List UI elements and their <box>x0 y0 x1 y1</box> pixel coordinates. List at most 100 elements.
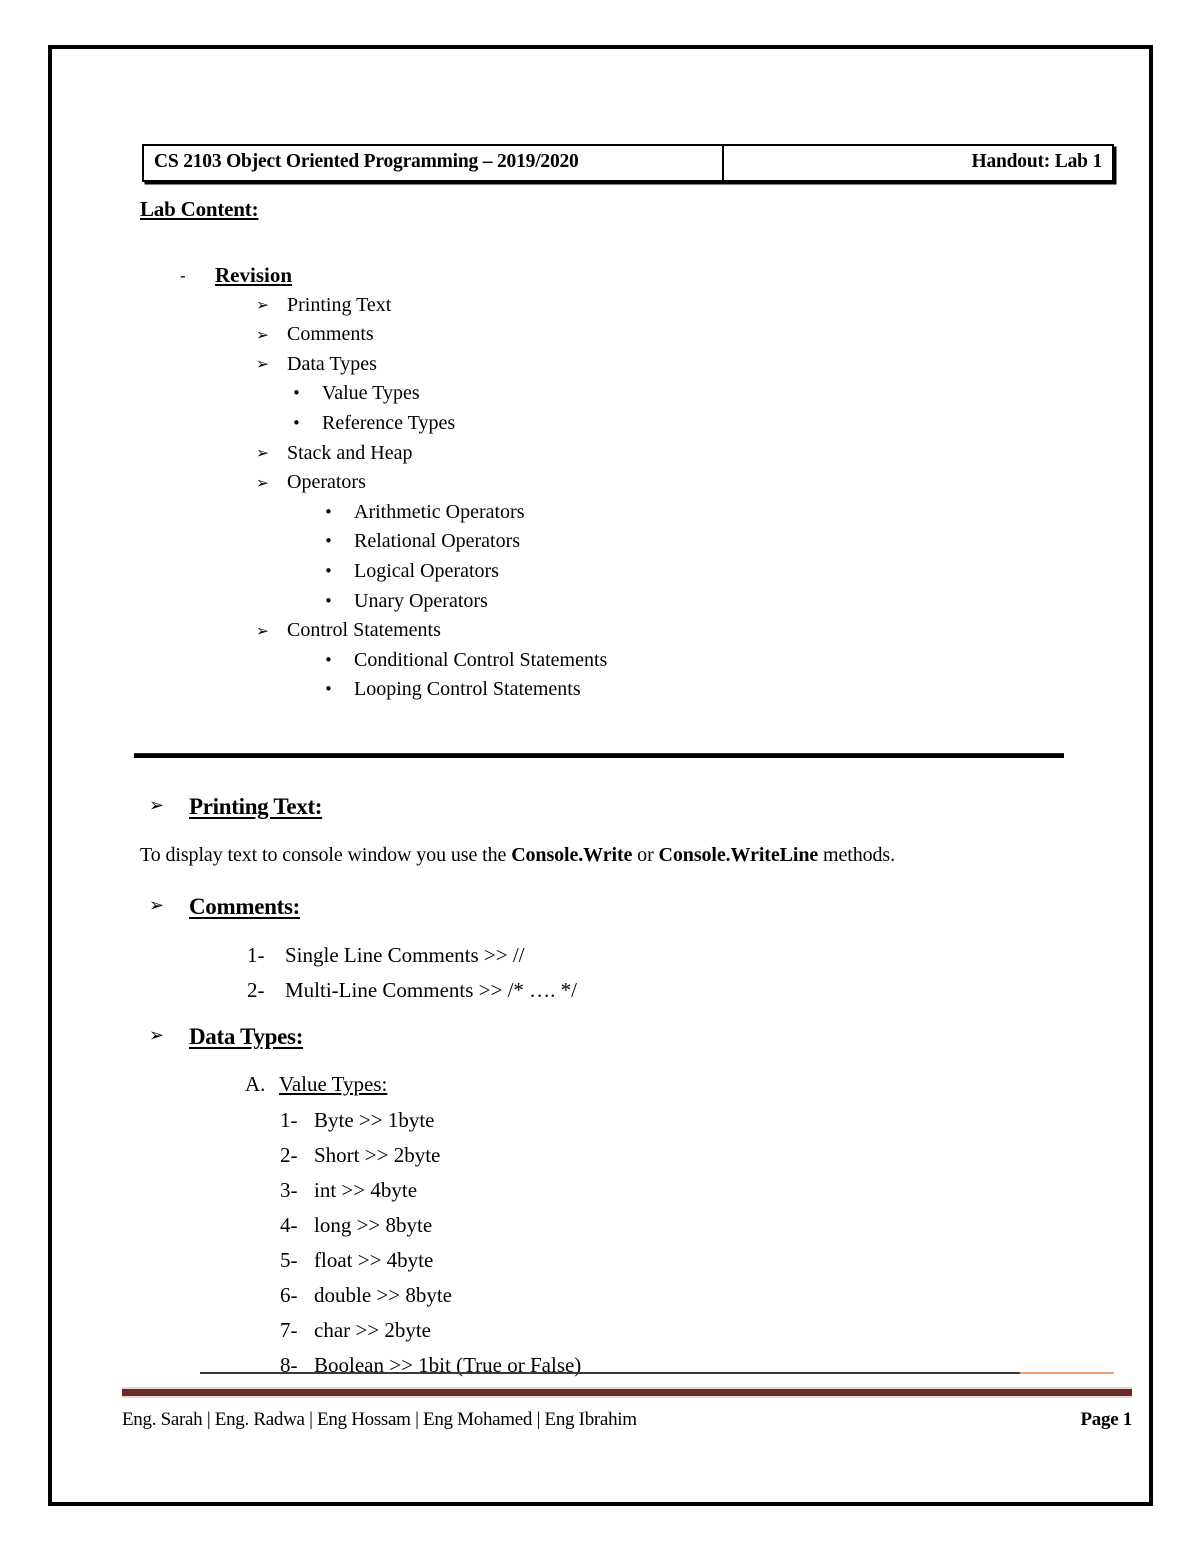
numbered-list-item: 1- Single Line Comments >> // <box>52 938 1149 973</box>
list-item-text: Single Line Comments >> // <box>285 943 525 967</box>
section-printing-text: ➢ Printing Text: To display text to cons… <box>52 794 1149 866</box>
list-item-text: Boolean >> 1bit (True or False) <box>314 1353 582 1377</box>
outline-item: • Logical Operators <box>52 557 1149 587</box>
value-types-marker: A. <box>245 1072 266 1096</box>
footer-authors: Eng. Sarah | Eng. Radwa | Eng Hossam | E… <box>122 1409 637 1430</box>
dot-bullet-icon: • <box>324 561 333 580</box>
outline-item: ➢ Comments <box>52 320 1149 350</box>
list-item-number: 5- <box>280 1248 298 1272</box>
outline-item: ➢ Stack and Heap <box>52 439 1149 469</box>
list-item-text: Short >> 2byte <box>314 1143 441 1167</box>
arrow-bullet-icon: ➢ <box>256 621 269 640</box>
section-data-types: ➢ Data Types: A. Value Types: 1- Byte >> … <box>52 1024 1149 1377</box>
comments-list: 1- Single Line Comments >> // 2- Multi-Line… <box>52 938 1149 1008</box>
header-table: CS 2103 Object Oriented Programming – 20… <box>142 144 1114 182</box>
outline-item-label: Logical Operators <box>354 559 499 582</box>
footer-page-number: Page 1 <box>1080 1409 1133 1430</box>
arrow-bullet-icon: ➢ <box>149 895 165 916</box>
outline-item: ➢ Control Statements <box>52 616 1149 646</box>
outline-item-label: Conditional Control Statements <box>354 648 608 671</box>
header-course-cell: CS 2103 Object Oriented Programming – 20… <box>142 144 724 182</box>
header-table-row: CS 2103 Object Oriented Programming – 20… <box>142 144 1114 182</box>
numbered-list-item: 3- int >> 4byte <box>52 1173 1149 1208</box>
comments-heading: Comments: <box>189 894 300 919</box>
printing-text-heading-row: ➢ Printing Text: <box>52 794 1149 828</box>
outline-item-label: Value Types <box>322 382 420 405</box>
printing-text-paragraph: To display text to console window you us… <box>140 844 895 867</box>
numbered-list-item: 2- Short >> 2byte <box>52 1138 1149 1173</box>
arrow-bullet-icon: ➢ <box>256 473 269 492</box>
numbered-list-item: 7- char >> 2byte <box>52 1313 1149 1348</box>
list-item-text: int >> 4byte <box>314 1178 418 1202</box>
outline-item: ➢ Operators <box>52 468 1149 498</box>
outline-item: • Conditional Control Statements <box>52 646 1149 676</box>
outline-item: ➢ Data Types <box>52 350 1149 380</box>
console-writeline-code: Console.WriteLine <box>658 844 819 866</box>
dot-bullet-icon: • <box>292 384 301 403</box>
header-handout-cell: Handout: Lab 1 <box>722 144 1114 182</box>
outline-item: - Revision <box>52 261 1149 291</box>
data-types-heading: Data Types: <box>189 1024 304 1049</box>
arrow-bullet-icon: ➢ <box>149 795 165 816</box>
numbered-list-item: 4- long >> 8byte <box>52 1208 1149 1243</box>
list-item-number: 3- <box>280 1178 298 1202</box>
list-item-number: 4- <box>280 1213 298 1237</box>
list-item-number: 6- <box>280 1283 298 1307</box>
outline-item-label: Unary Operators <box>354 589 488 612</box>
list-item-number: 2- <box>280 1143 298 1167</box>
dot-bullet-icon: • <box>324 591 333 610</box>
outline-item: • Relational Operators <box>52 527 1149 557</box>
outline-item-label: Data Types <box>287 352 377 375</box>
data-types-heading-row: ➢ Data Types: <box>52 1024 1149 1058</box>
outline-item-label: Reference Types <box>322 411 456 434</box>
outline-item-label: Arithmetic Operators <box>354 500 525 523</box>
lab-content-outline: - Revision ➢ Printing Text ➢ Comments ➢ Data Ty… <box>52 261 1149 705</box>
outline-item-label: Operators <box>287 471 366 494</box>
list-item-text: long >> 8byte <box>314 1213 433 1237</box>
value-types-subheading: Value Types: <box>279 1072 388 1096</box>
list-item-number: 1- <box>247 943 265 967</box>
outline-item-label: Comments <box>287 323 374 346</box>
section-divider-rule <box>134 753 1064 758</box>
dot-bullet-icon: • <box>324 680 333 699</box>
outline-item-label: Looping Control Statements <box>354 678 581 701</box>
list-item-number: 2- <box>247 978 265 1002</box>
outline-item: • Looping Control Statements <box>52 675 1149 705</box>
arrow-bullet-icon: ➢ <box>149 1025 165 1046</box>
outline-item: • Reference Types <box>52 409 1149 439</box>
console-write-code: Console.Write <box>511 844 633 866</box>
dot-bullet-icon: • <box>324 650 333 669</box>
value-types-list: 1- Byte >> 1byte 2- Short >> 2byte 3- int >> … <box>52 1103 1149 1383</box>
dot-bullet-icon: • <box>292 413 301 432</box>
arrow-bullet-icon: ➢ <box>256 355 269 374</box>
outline-item-label: Stack and Heap <box>287 441 413 464</box>
comments-heading-row: ➢ Comments: <box>52 894 1149 928</box>
list-item-number: 7- <box>280 1318 298 1342</box>
list-item-text: Byte >> 1byte <box>314 1108 435 1132</box>
list-item-text: Multi-Line Comments >> /* …. */ <box>285 978 578 1002</box>
outline-item: • Value Types <box>52 379 1149 409</box>
outline-item: ➢ Printing Text <box>52 291 1149 321</box>
page-content: CS 2103 Object Oriented Programming – 20… <box>52 49 1149 1502</box>
outline-item-label: Revision <box>215 263 293 287</box>
dot-bullet-icon: • <box>324 502 333 521</box>
outline-item: • Arithmetic Operators <box>52 498 1149 528</box>
list-item-text: double >> 8byte <box>314 1283 452 1307</box>
printing-text-heading: Printing Text: <box>189 794 323 819</box>
paragraph-pre-text: To display text to console window you us… <box>140 844 512 866</box>
outline-item: • Unary Operators <box>52 587 1149 617</box>
dash-bullet-icon: - <box>180 266 186 285</box>
footer-accent-rule <box>1020 1372 1114 1374</box>
arrow-bullet-icon: ➢ <box>256 296 269 315</box>
section-comments: ➢ Comments: 1- Single Line Comments >> //… <box>52 894 1149 1002</box>
outline-item-label: Printing Text <box>287 293 392 316</box>
outline-item-label: Control Statements <box>287 619 441 642</box>
arrow-bullet-icon: ➢ <box>256 444 269 463</box>
outline-item-label: Relational Operators <box>354 530 521 553</box>
list-item-number: 8- <box>280 1353 298 1377</box>
numbered-list-item: 6- double >> 8byte <box>52 1278 1149 1313</box>
numbered-list-item: 1- Byte >> 1byte <box>52 1103 1149 1138</box>
list-item-number: 1- <box>280 1108 298 1132</box>
paragraph-post-text: methods. <box>818 844 896 866</box>
page-border: CS 2103 Object Oriented Programming – 20… <box>48 45 1153 1506</box>
